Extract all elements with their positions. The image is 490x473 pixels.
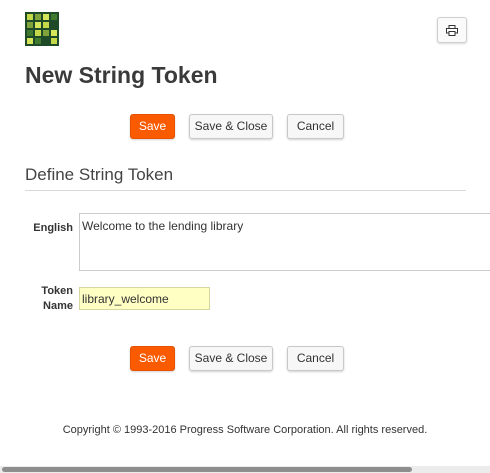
english-field[interactable]: Welcome to the lending library	[79, 213, 490, 271]
top-button-row: Save Save & Close Cancel	[130, 114, 344, 139]
save-close-button[interactable]: Save & Close	[189, 114, 273, 139]
printer-icon	[446, 24, 458, 36]
bottom-button-row: Save Save & Close Cancel	[130, 346, 344, 371]
horizontal-scrollbar[interactable]	[0, 466, 490, 473]
cancel-button-bottom[interactable]: Cancel	[287, 346, 344, 371]
cancel-button[interactable]: Cancel	[287, 114, 344, 139]
page-title: New String Token	[25, 62, 218, 88]
token-name-label: Token Name	[20, 284, 73, 314]
logo-icon	[25, 12, 59, 46]
save-close-button-bottom[interactable]: Save & Close	[189, 346, 273, 371]
page: New String Token Save Save & Close Cance…	[0, 0, 490, 473]
save-button-bottom[interactable]: Save	[130, 346, 175, 371]
scrollbar-thumb[interactable]	[2, 467, 412, 472]
token-name-field[interactable]	[79, 287, 210, 310]
section-title: Define String Token	[25, 165, 174, 184]
copyright-text: Copyright © 1993-2016 Progress Software …	[62, 424, 428, 436]
save-button[interactable]: Save	[130, 114, 175, 139]
english-label: English	[33, 222, 73, 234]
section-divider	[25, 190, 466, 191]
token-name-label-line1: Token	[41, 285, 73, 297]
token-name-label-line2: Name	[43, 300, 73, 312]
print-button[interactable]	[437, 17, 467, 43]
